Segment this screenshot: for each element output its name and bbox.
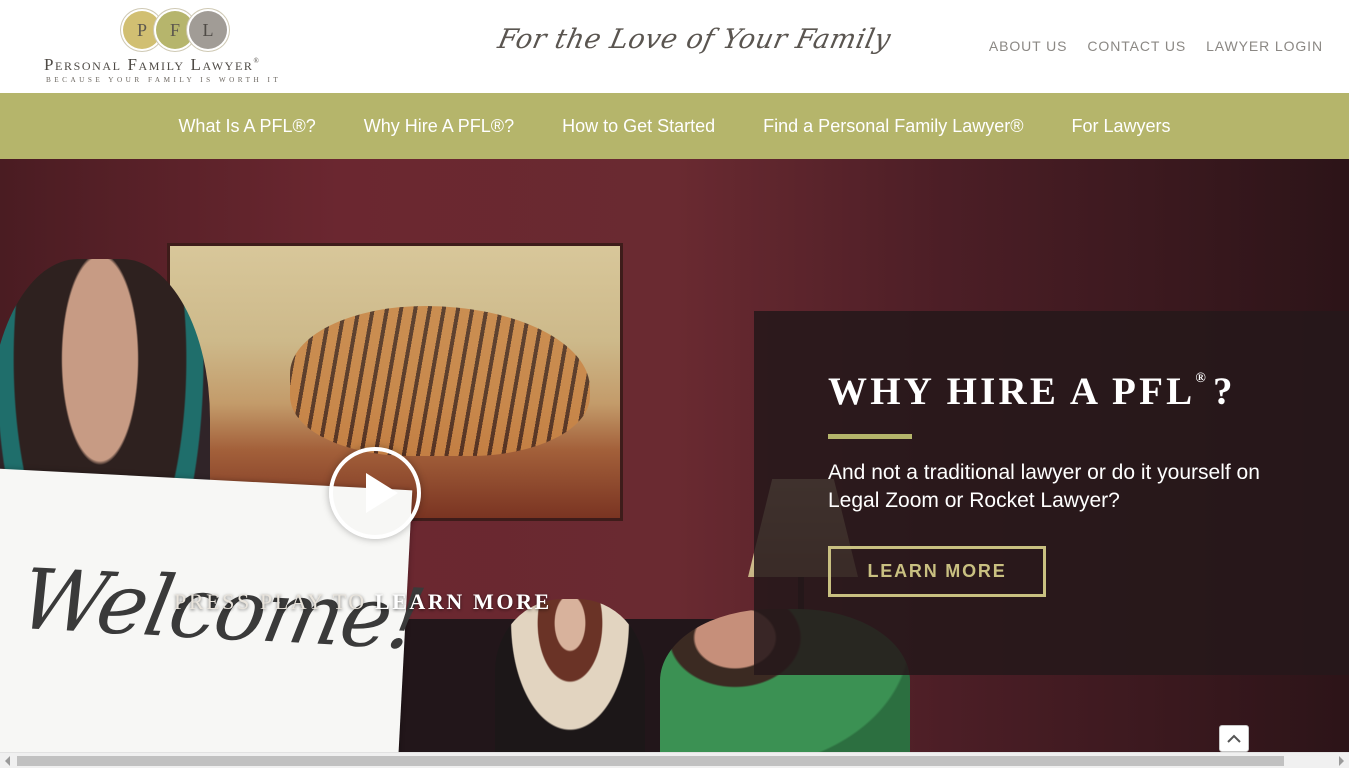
contact-us-link[interactable]: CONTACT US xyxy=(1087,38,1186,54)
site-logo[interactable]: P F L Personal Family Lawyer® BECAUSE YO… xyxy=(40,8,306,88)
cta-heading-question-mark: ? xyxy=(1212,370,1236,413)
scroll-to-top-button[interactable] xyxy=(1219,725,1249,752)
cta-heading-registered-mark: ® xyxy=(1195,371,1209,386)
nav-item-why-hire-a-pfl[interactable]: Why Hire A PFL®? xyxy=(364,116,514,137)
scrollbar-thumb[interactable] xyxy=(17,756,1284,766)
why-hire-cta-panel: WHY HIRE A PFL®? And not a traditional l… xyxy=(754,311,1349,675)
about-us-link[interactable]: ABOUT US xyxy=(989,38,1068,54)
nav-item-find-a-lawyer[interactable]: Find a Personal Family Lawyer® xyxy=(763,116,1023,137)
cta-heading: WHY HIRE A PFL®? xyxy=(828,369,1236,414)
scroll-right-arrow-icon[interactable] xyxy=(1339,756,1344,766)
logo-initial-l: L xyxy=(189,11,227,49)
site-header: P F L Personal Family Lawyer® BECAUSE YO… xyxy=(0,0,1349,93)
cta-subheading: And not a traditional lawyer or do it yo… xyxy=(828,461,1260,512)
logo-monogram: P F L xyxy=(120,11,230,51)
logo-registered-mark: ® xyxy=(253,57,261,65)
nav-item-what-is-a-pfl[interactable]: What Is A PFL®? xyxy=(178,116,315,137)
learn-more-button[interactable]: LEARN MORE xyxy=(828,546,1046,597)
logo-wordmark-text: Personal Family Lawyer xyxy=(44,55,254,74)
logo-wordmark: Personal Family Lawyer® xyxy=(44,55,260,75)
main-nav: What Is A PFL®? Why Hire A PFL®? How to … xyxy=(0,93,1349,159)
scroll-left-arrow-icon[interactable] xyxy=(5,756,10,766)
seated-woman xyxy=(495,599,645,752)
chevron-up-icon xyxy=(1227,734,1241,743)
press-play-caption-bold: LEARN MORE xyxy=(374,589,552,614)
utility-nav: ABOUT US CONTACT US LAWYER LOGIN xyxy=(989,38,1323,54)
logo-tagline: BECAUSE YOUR FAMILY IS WORTH IT xyxy=(46,76,282,84)
cta-heading-text: WHY HIRE A PFL xyxy=(828,370,1196,413)
play-icon[interactable] xyxy=(329,447,421,539)
nav-item-how-to-get-started[interactable]: How to Get Started xyxy=(562,116,715,137)
tiger-figure xyxy=(290,306,590,456)
nav-item-for-lawyers[interactable]: For Lawyers xyxy=(1072,116,1171,137)
lawyer-login-link[interactable]: LAWYER LOGIN xyxy=(1206,38,1323,54)
press-play-caption-light: PRESS PLAY TO xyxy=(174,589,367,614)
press-play-caption: PRESS PLAY TO LEARN MORE xyxy=(174,589,552,615)
hero-section: Welcome! PRESS PLAY TO LEARN MORE WHY HI… xyxy=(0,159,1349,752)
script-tagline: For the Love of Your Family xyxy=(495,24,894,55)
cta-divider xyxy=(828,434,912,439)
horizontal-scrollbar[interactable] xyxy=(0,752,1349,768)
